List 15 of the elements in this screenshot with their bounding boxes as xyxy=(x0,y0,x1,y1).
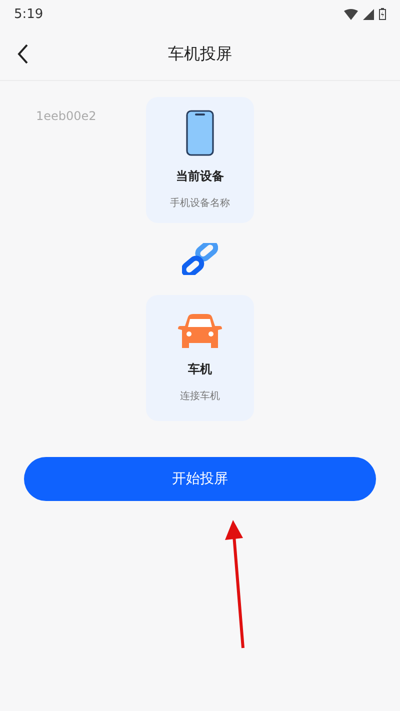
car-icon xyxy=(178,313,222,349)
start-button[interactable]: 开始投屏 xyxy=(24,457,376,501)
back-icon[interactable] xyxy=(17,44,29,64)
status-time: 5:19 xyxy=(14,6,44,22)
wifi-icon xyxy=(344,8,358,20)
link-icon xyxy=(182,243,218,275)
device-id: 1eeb00e2 xyxy=(36,109,96,123)
page-title: 车机投屏 xyxy=(168,44,232,64)
signal-icon xyxy=(363,8,374,20)
device-subtitle: 手机设备名称 xyxy=(170,196,230,210)
phone-icon xyxy=(186,110,214,156)
device-subtitle: 连接车机 xyxy=(180,390,220,403)
device-title: 当前设备 xyxy=(176,168,224,185)
device-title: 车机 xyxy=(188,361,212,378)
battery-icon xyxy=(379,8,386,20)
